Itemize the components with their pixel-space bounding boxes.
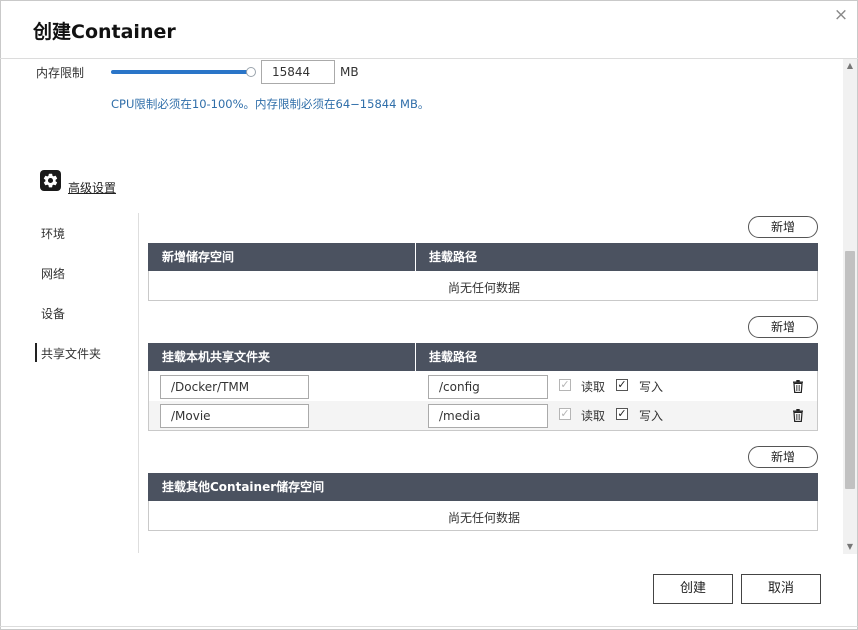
read-label: 读取 bbox=[581, 409, 606, 423]
header-divider bbox=[0, 58, 858, 59]
column-header-storage: 新增储存空间 bbox=[162, 250, 235, 264]
scroll-down-arrow-icon[interactable]: ▼ bbox=[843, 541, 857, 553]
mount-path-input[interactable]: /media bbox=[428, 404, 548, 428]
write-label: 写入 bbox=[639, 409, 664, 423]
column-header-container-storage: 挂载其他Container储存空间 bbox=[162, 480, 325, 494]
read-label: 读取 bbox=[581, 380, 606, 394]
column-separator bbox=[415, 343, 416, 371]
memory-slider-track[interactable] bbox=[111, 70, 253, 74]
column-header-mount-path: 挂载路径 bbox=[429, 350, 478, 364]
memory-unit-label: MB bbox=[340, 65, 359, 79]
scroll-up-arrow-icon[interactable]: ▲ bbox=[843, 60, 857, 72]
nav-item-environment[interactable]: 环境 bbox=[41, 225, 65, 242]
scrollbar-thumb[interactable] bbox=[845, 251, 855, 489]
storage-table-header: 新增储存空间 挂载路径 bbox=[148, 243, 818, 271]
memory-slider-handle[interactable] bbox=[246, 67, 256, 77]
column-header-mount-path: 挂载路径 bbox=[429, 250, 478, 264]
footer-divider bbox=[0, 626, 858, 627]
table-row: /Docker/TMM /config ✓ 读取 ✓ 写入 bbox=[149, 372, 817, 401]
memory-limit-input[interactable]: 15844 bbox=[261, 60, 335, 84]
nav-divider bbox=[138, 213, 139, 553]
table-row: /Movie /media ✓ 读取 ✓ 写入 bbox=[149, 401, 817, 430]
cancel-button[interactable]: 取消 bbox=[741, 574, 821, 604]
write-checkbox[interactable]: ✓ bbox=[616, 379, 628, 391]
nav-item-network[interactable]: 网络 bbox=[41, 265, 65, 282]
trash-icon[interactable] bbox=[792, 409, 804, 422]
dialog-title: 创建Container bbox=[33, 21, 176, 43]
memory-limit-label: 内存限制 bbox=[36, 66, 85, 80]
write-checkbox[interactable]: ✓ bbox=[616, 408, 628, 420]
empty-message: 尚无任何数据 bbox=[448, 511, 521, 525]
nav-item-shared-folders[interactable]: 共享文件夹 bbox=[41, 345, 101, 362]
create-button[interactable]: 创建 bbox=[653, 574, 733, 604]
host-path-input[interactable]: /Docker/TMM bbox=[160, 375, 309, 399]
shared-folder-table-header: 挂载本机共享文件夹 挂载路径 bbox=[148, 343, 818, 371]
gear-icon[interactable] bbox=[40, 170, 61, 191]
column-separator bbox=[415, 243, 416, 271]
add-storage-button[interactable]: 新增 bbox=[748, 216, 818, 238]
advanced-settings-link[interactable]: 高级设置 bbox=[68, 179, 116, 196]
add-container-storage-button[interactable]: 新增 bbox=[748, 446, 818, 468]
empty-message: 尚无任何数据 bbox=[448, 281, 521, 295]
container-storage-table-header: 挂载其他Container储存空间 bbox=[148, 473, 818, 501]
mount-path-input[interactable]: /config bbox=[428, 375, 548, 399]
column-header-host-folder: 挂载本机共享文件夹 bbox=[162, 350, 271, 364]
write-label: 写入 bbox=[639, 380, 664, 394]
read-checkbox[interactable]: ✓ bbox=[559, 408, 571, 420]
create-container-dialog bbox=[0, 0, 858, 630]
nav-active-indicator bbox=[35, 343, 37, 362]
read-checkbox[interactable]: ✓ bbox=[559, 379, 571, 391]
host-path-input[interactable]: /Movie bbox=[160, 404, 309, 428]
nav-item-device[interactable]: 设备 bbox=[41, 305, 65, 322]
trash-icon[interactable] bbox=[792, 380, 804, 393]
close-icon[interactable]: × bbox=[832, 6, 850, 24]
add-shared-folder-button[interactable]: 新增 bbox=[748, 316, 818, 338]
limit-hint-text: CPU限制必须在10-100%。内存限制必须在64−15844 MB。 bbox=[111, 97, 430, 111]
